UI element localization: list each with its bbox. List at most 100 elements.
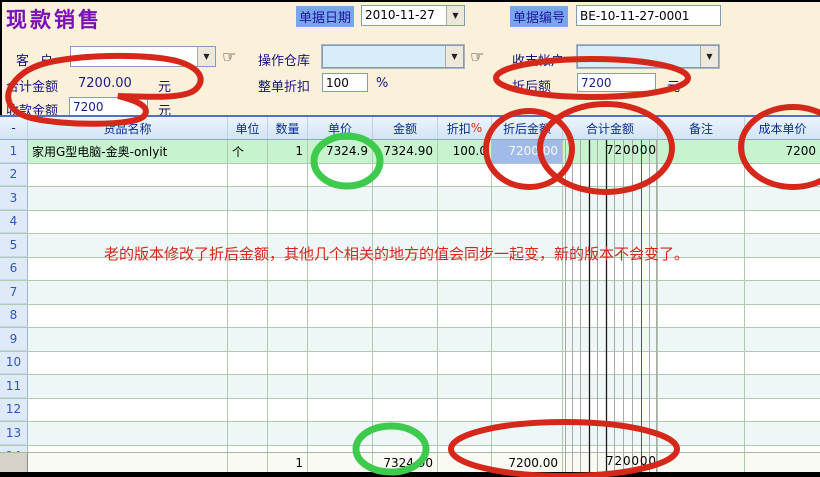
cell-qty-row8[interactable] — [268, 305, 308, 328]
cell-amount-row9[interactable] — [373, 328, 438, 351]
cell-price-row1[interactable]: 7324.9 — [308, 140, 373, 163]
table-row[interactable]: 8 — [0, 305, 820, 329]
cell-qty-row10[interactable] — [268, 352, 308, 375]
row-number[interactable]: 5 — [0, 234, 28, 257]
cell-cost-row11[interactable] — [745, 375, 820, 398]
cell-unit-row9[interactable] — [228, 328, 268, 351]
cell-unit-row13[interactable] — [228, 422, 268, 445]
cell-name-row12[interactable] — [28, 399, 228, 422]
cell-unit-row2[interactable] — [228, 164, 268, 187]
cell-cost-row4[interactable] — [745, 211, 820, 234]
cell-unit-row7[interactable] — [228, 281, 268, 304]
cell-qty-row4[interactable] — [268, 211, 308, 234]
cell-after-row13[interactable] — [492, 422, 563, 445]
cell-after-row4[interactable] — [492, 211, 563, 234]
row-number[interactable]: 1 — [0, 140, 28, 163]
cell-name-row10[interactable] — [28, 352, 228, 375]
cell-cost-row13[interactable] — [745, 422, 820, 445]
row-number[interactable]: 13 — [0, 422, 28, 445]
cell-amount-row1[interactable]: 7324.90 — [373, 140, 438, 163]
cell-remark-row11[interactable] — [658, 375, 745, 398]
cell-cost-row8[interactable] — [745, 305, 820, 328]
cell-discount-row11[interactable] — [438, 375, 492, 398]
cell-discount-row9[interactable] — [438, 328, 492, 351]
cell-price-row7[interactable] — [308, 281, 373, 304]
cell-remark-row10[interactable] — [658, 352, 745, 375]
cell-price-row13[interactable] — [308, 422, 373, 445]
row-number[interactable]: 6 — [0, 258, 28, 281]
row-number[interactable]: 7 — [0, 281, 28, 304]
row-number[interactable]: 8 — [0, 305, 28, 328]
cell-cost-row10[interactable] — [745, 352, 820, 375]
row-number[interactable]: 11 — [0, 375, 28, 398]
row-number[interactable]: 2 — [0, 164, 28, 187]
cell-name-row7[interactable] — [28, 281, 228, 304]
cell-unit-row8[interactable] — [228, 305, 268, 328]
cell-qty-row1[interactable]: 1 — [268, 140, 308, 163]
cell-amount-row11[interactable] — [373, 375, 438, 398]
order-discount-input[interactable] — [322, 73, 368, 92]
cell-price-row8[interactable] — [308, 305, 373, 328]
cell-qty-row11[interactable] — [268, 375, 308, 398]
cell-total-row13[interactable] — [563, 422, 658, 445]
chevron-down-icon[interactable]: ▼ — [197, 47, 215, 66]
cell-cost-row6[interactable] — [745, 258, 820, 281]
account-combo[interactable]: ▼ — [577, 45, 719, 68]
cell-cost-row7[interactable] — [745, 281, 820, 304]
cell-total-row11[interactable] — [563, 375, 658, 398]
cell-name-row3[interactable] — [28, 187, 228, 210]
pointing-hand-icon[interactable]: ☞ — [470, 49, 484, 65]
cell-discount-row7[interactable] — [438, 281, 492, 304]
cell-amount-row7[interactable] — [373, 281, 438, 304]
cell-price-row4[interactable] — [308, 211, 373, 234]
cell-unit-row1[interactable]: 个 — [228, 140, 268, 163]
cell-after-row10[interactable] — [492, 352, 563, 375]
discounted-amount-input[interactable] — [577, 73, 656, 92]
table-row[interactable]: 7 — [0, 281, 820, 305]
cell-after-row11[interactable] — [492, 375, 563, 398]
cell-remark-row2[interactable] — [658, 164, 745, 187]
cell-unit-row12[interactable] — [228, 399, 268, 422]
table-row[interactable]: 9 — [0, 328, 820, 352]
cell-amount-row10[interactable] — [373, 352, 438, 375]
cell-qty-row2[interactable] — [268, 164, 308, 187]
cell-qty-row13[interactable] — [268, 422, 308, 445]
cell-unit-row4[interactable] — [228, 211, 268, 234]
cell-cost-row9[interactable] — [745, 328, 820, 351]
cell-cost-row1[interactable]: 7200 — [745, 140, 820, 163]
cell-price-row3[interactable] — [308, 187, 373, 210]
cell-unit-row10[interactable] — [228, 352, 268, 375]
cell-qty-row12[interactable] — [268, 399, 308, 422]
chevron-down-icon[interactable]: ▼ — [446, 6, 464, 25]
row-number[interactable]: 3 — [0, 187, 28, 210]
cell-price-row10[interactable] — [308, 352, 373, 375]
chevron-down-icon[interactable]: ▼ — [445, 46, 463, 67]
cell-name-row8[interactable] — [28, 305, 228, 328]
cell-remark-row1[interactable] — [658, 140, 745, 163]
cell-remark-row3[interactable] — [658, 187, 745, 210]
cell-unit-row11[interactable] — [228, 375, 268, 398]
cell-qty-row9[interactable] — [268, 328, 308, 351]
cell-total-row12[interactable] — [563, 399, 658, 422]
cell-amount-row3[interactable] — [373, 187, 438, 210]
cell-qty-row7[interactable] — [268, 281, 308, 304]
cell-total-row3[interactable] — [563, 187, 658, 210]
cell-total-row10[interactable] — [563, 352, 658, 375]
cell-discount-row8[interactable] — [438, 305, 492, 328]
chevron-down-icon[interactable]: ▼ — [700, 46, 718, 67]
table-row[interactable]: 12 — [0, 399, 820, 423]
cell-amount-row12[interactable] — [373, 399, 438, 422]
doc-date-combo[interactable]: 2010-11-27 ▼ — [361, 5, 465, 26]
cell-discount-row1[interactable]: 100.0 — [438, 140, 492, 163]
cell-total-row8[interactable] — [563, 305, 658, 328]
pointing-hand-icon[interactable]: ☞ — [222, 49, 236, 65]
cell-name-row9[interactable] — [28, 328, 228, 351]
row-number[interactable]: 9 — [0, 328, 28, 351]
cell-unit-row3[interactable] — [228, 187, 268, 210]
table-row[interactable]: 13 — [0, 422, 820, 446]
cell-price-row9[interactable] — [308, 328, 373, 351]
cell-after-row8[interactable] — [492, 305, 563, 328]
cell-discount-row3[interactable] — [438, 187, 492, 210]
cell-name-row4[interactable] — [28, 211, 228, 234]
cell-discount-row2[interactable] — [438, 164, 492, 187]
